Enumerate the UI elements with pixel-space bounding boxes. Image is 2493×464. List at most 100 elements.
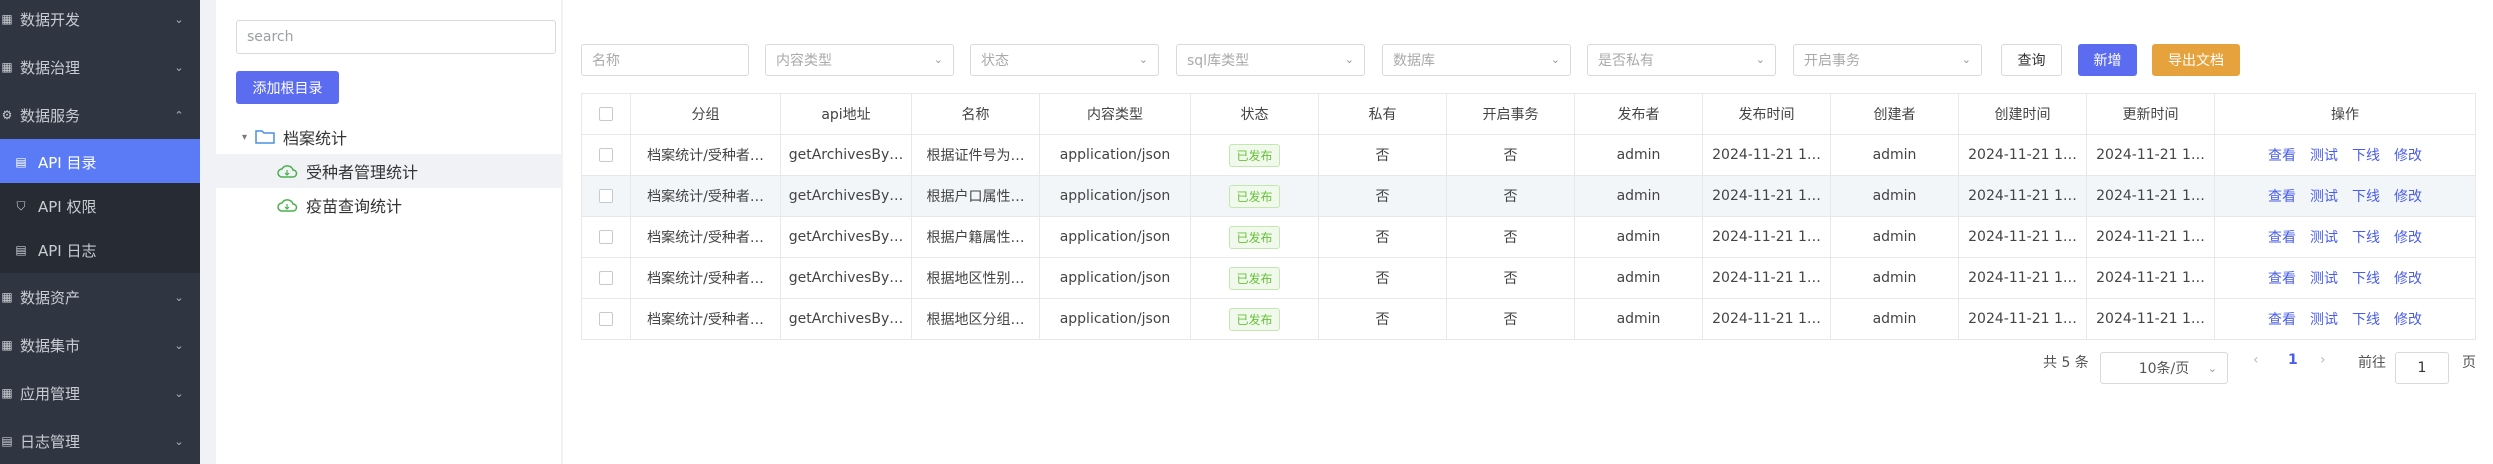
test-link[interactable]: 测试	[2310, 148, 2338, 164]
menu-app-management[interactable]: ▦ 应用管理 ⌄	[0, 370, 200, 416]
select-all-checkbox[interactable]	[599, 107, 613, 121]
table-cell: application/json	[1039, 175, 1191, 217]
chevron-down-icon: ⌄	[174, 386, 184, 400]
edit-link[interactable]: 修改	[2394, 148, 2422, 164]
sql-type-select[interactable]: sql库类型 ⌄	[1176, 44, 1365, 76]
add-root-directory-button[interactable]: 添加根目录	[236, 71, 339, 104]
menu-log-management[interactable]: ▤ 日志管理 ⌄	[0, 418, 200, 464]
prev-page-button[interactable]: ‹	[2253, 352, 2259, 368]
row-checkbox[interactable]	[599, 312, 613, 326]
row-select-cell[interactable]	[581, 134, 631, 176]
total-count: 共 5 条	[2043, 355, 2089, 371]
view-link[interactable]: 查看	[2268, 271, 2296, 287]
test-link[interactable]: 测试	[2310, 189, 2338, 205]
edit-link[interactable]: 修改	[2394, 271, 2422, 287]
tree-node-archive-stats[interactable]: ▾ 档案统计	[242, 120, 347, 154]
status-badge: 已发布	[1229, 307, 1280, 331]
next-page-button[interactable]: ›	[2320, 352, 2326, 368]
table-row[interactable]: 档案统计/受种者… getArchivesBy… 根据地区性别… applicatio…	[581, 257, 2476, 299]
view-link[interactable]: 查看	[2268, 230, 2296, 246]
private-select[interactable]: 是否私有 ⌄	[1587, 44, 1776, 76]
placeholder: 状态	[981, 53, 1009, 69]
row-select-cell[interactable]	[581, 298, 631, 340]
table-cell: 2024-11-21 1…	[1702, 216, 1831, 258]
chevron-up-icon: ⌃	[174, 108, 184, 122]
cloud-icon	[277, 165, 298, 178]
offline-link[interactable]: 下线	[2352, 271, 2380, 287]
table-cell: 2024-11-21 1…	[1702, 298, 1831, 340]
menu-label: 数据集市	[20, 336, 81, 355]
table-row[interactable]: 档案统计/受种者… getArchivesBy… 根据证件号为… applicatio…	[581, 134, 2476, 176]
actions-cell: 查看 测试 下线 修改	[2214, 298, 2476, 340]
test-link[interactable]: 测试	[2310, 271, 2338, 287]
row-select-cell[interactable]	[581, 257, 631, 299]
edit-link[interactable]: 修改	[2394, 189, 2422, 205]
tree-node-label: 受种者管理统计	[306, 163, 419, 182]
menu-data-service[interactable]: ⚙ 数据服务 ⌃	[0, 92, 200, 138]
offline-link[interactable]: 下线	[2352, 189, 2380, 205]
menu-label: 应用管理	[20, 384, 81, 403]
tree-node-vaccinee-management[interactable]: 受种者管理统计	[216, 154, 561, 188]
content-type-select[interactable]: 内容类型 ⌄	[765, 44, 954, 76]
view-link[interactable]: 查看	[2268, 189, 2296, 205]
page-number-current[interactable]: 1	[2288, 352, 2298, 368]
page-unit-label: 页	[2462, 355, 2476, 371]
edit-link[interactable]: 修改	[2394, 230, 2422, 246]
tree-node-vaccine-query[interactable]: 疫苗查询统计	[276, 188, 402, 222]
table-row[interactable]: 档案统计/受种者… getArchivesBy… 根据户籍属性… applicatio…	[581, 216, 2476, 258]
page-jump-input[interactable]	[2395, 352, 2449, 384]
menu-label: 数据开发	[20, 10, 81, 29]
menu-label: 数据资产	[20, 288, 81, 307]
edit-link[interactable]: 修改	[2394, 312, 2422, 328]
row-checkbox[interactable]	[599, 189, 613, 203]
menu-data-governance[interactable]: ▦ 数据治理 ⌄	[0, 44, 200, 90]
table-cell: 根据户口属性…	[911, 175, 1040, 217]
sidebar-item-api-catalog[interactable]: ▤ API 目录	[0, 139, 200, 185]
sidebar-item-label: API 目录	[38, 153, 97, 172]
tree-search-input[interactable]	[236, 20, 556, 54]
table-row[interactable]: 档案统计/受种者… getArchivesBy… 根据户口属性… applicatio…	[581, 175, 2476, 217]
column-header: api地址	[780, 93, 912, 135]
row-checkbox[interactable]	[599, 148, 613, 162]
table-cell: admin	[1574, 216, 1703, 258]
row-checkbox[interactable]	[599, 230, 613, 244]
catalog-tree-panel: 添加根目录 ▾ 档案统计 受种者管理统计 疫苗查询统计	[216, 0, 561, 464]
status-badge: 已发布	[1229, 266, 1280, 290]
transaction-select[interactable]: 开启事务 ⌄	[1793, 44, 1982, 76]
table-cell: 否	[1318, 216, 1447, 258]
menu-data-mart[interactable]: ▦ 数据集市 ⌄	[0, 322, 200, 368]
offline-link[interactable]: 下线	[2352, 312, 2380, 328]
test-link[interactable]: 测试	[2310, 230, 2338, 246]
menu-data-assets[interactable]: ▦ 数据资产 ⌄	[0, 274, 200, 320]
row-select-cell[interactable]	[581, 175, 631, 217]
table-cell: 2024-11-21 1…	[2086, 175, 2215, 217]
test-link[interactable]: 测试	[2310, 312, 2338, 328]
chevron-down-icon: ⌄	[174, 338, 184, 352]
row-checkbox[interactable]	[599, 271, 613, 285]
app-root: ▦ 数据开发 ⌄ ▦ 数据治理 ⌄ ⚙ 数据服务 ⌃ ▤ API 目录 ⛉ API 权限 ▤ AP…	[0, 0, 2493, 464]
export-doc-button[interactable]: 导出文档	[2152, 44, 2240, 76]
status-select[interactable]: 状态 ⌄	[970, 44, 1159, 76]
offline-link[interactable]: 下线	[2352, 148, 2380, 164]
sidebar-item-api-log[interactable]: ▤ API 日志	[0, 227, 200, 273]
name-filter-input[interactable]: 名称	[581, 44, 749, 76]
chevron-down-icon: ⌄	[1755, 53, 1765, 66]
add-button[interactable]: 新增	[2078, 44, 2137, 76]
select-all-cell[interactable]	[581, 93, 631, 135]
table-row[interactable]: 档案统计/受种者… getArchivesBy… 根据地区分组… applicatio…	[581, 298, 2476, 340]
chevron-down-icon: ⌄	[933, 53, 943, 66]
column-header: 创建时间	[1958, 93, 2087, 135]
page-size-select[interactable]: 10条/页 ⌄	[2100, 352, 2228, 384]
row-select-cell[interactable]	[581, 216, 631, 258]
menu-data-development[interactable]: ▦ 数据开发 ⌄	[0, 0, 200, 42]
table-cell: application/json	[1039, 134, 1191, 176]
offline-link[interactable]: 下线	[2352, 230, 2380, 246]
database-select[interactable]: 数据库 ⌄	[1382, 44, 1571, 76]
table-cell: 否	[1446, 257, 1575, 299]
sidebar-item-api-permission[interactable]: ⛉ API 权限	[0, 183, 200, 229]
view-link[interactable]: 查看	[2268, 148, 2296, 164]
caret-down-icon: ▾	[242, 131, 248, 143]
table-cell: 2024-11-21 1…	[1958, 257, 2087, 299]
query-button[interactable]: 查询	[2001, 44, 2062, 76]
view-link[interactable]: 查看	[2268, 312, 2296, 328]
